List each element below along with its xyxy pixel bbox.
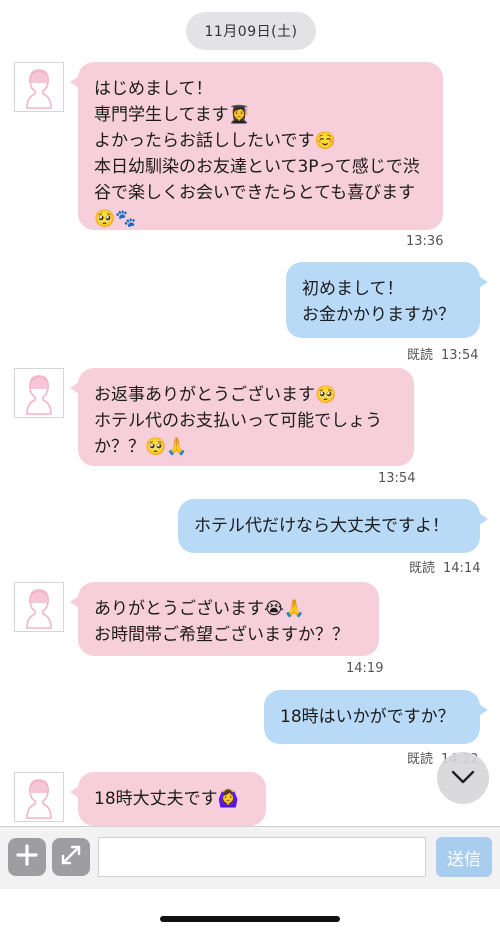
message-input-bar: 送信: [0, 826, 500, 889]
sender-avatar[interactable]: [14, 582, 64, 632]
home-indicator: [160, 916, 340, 922]
read-receipt: 既読: [407, 752, 434, 767]
plus-icon: [16, 844, 38, 870]
outgoing-message-bubble: 初めまして！ お金かかりますか？: [286, 262, 488, 338]
incoming-message-bubble: はじめまして！ 専門学生してます👩‍🎓 よかったらお話ししたいです☺️ 本日幼馴…: [70, 62, 443, 230]
send-button[interactable]: 送信: [436, 837, 492, 877]
read-receipt: 既読: [409, 561, 436, 576]
message-timestamp: 13:36: [406, 234, 444, 249]
add-attachment-button[interactable]: [8, 838, 46, 876]
expand-input-button[interactable]: [52, 838, 90, 876]
sender-avatar[interactable]: [14, 368, 64, 418]
message-timestamp: 13:54: [441, 348, 479, 363]
date-separator: 11月09日(土): [186, 12, 316, 50]
scroll-to-bottom-button[interactable]: [437, 752, 489, 804]
read-status-row: 既読 14:14: [409, 557, 480, 576]
incoming-message-bubble: 18時大丈夫です🙆‍♀️: [70, 772, 266, 826]
message-timestamp: 13:54: [378, 471, 416, 486]
sender-avatar[interactable]: [14, 62, 64, 112]
read-receipt: 既読: [407, 348, 434, 363]
expand-icon: [59, 843, 83, 871]
message-input[interactable]: [98, 837, 426, 877]
outgoing-message-bubble: ホテル代だけなら大丈夫ですよ！: [178, 499, 488, 553]
outgoing-message-bubble: 18時はいかがですか？: [264, 690, 488, 744]
read-status-row: 既読 13:54: [407, 344, 478, 363]
message-timestamp: 14:19: [346, 661, 384, 676]
incoming-message-bubble: ありがとうございます😭🙏 お時間帯ご希望ございますか？？: [70, 582, 379, 656]
incoming-message-bubble: お返事ありがとうございます🥺 ホテル代のお支払いって可能でしょうか？？🥺🙏: [70, 368, 414, 466]
message-timestamp: 14:14: [443, 561, 481, 576]
chevron-down-icon: [451, 769, 475, 788]
sender-avatar[interactable]: [14, 772, 64, 822]
